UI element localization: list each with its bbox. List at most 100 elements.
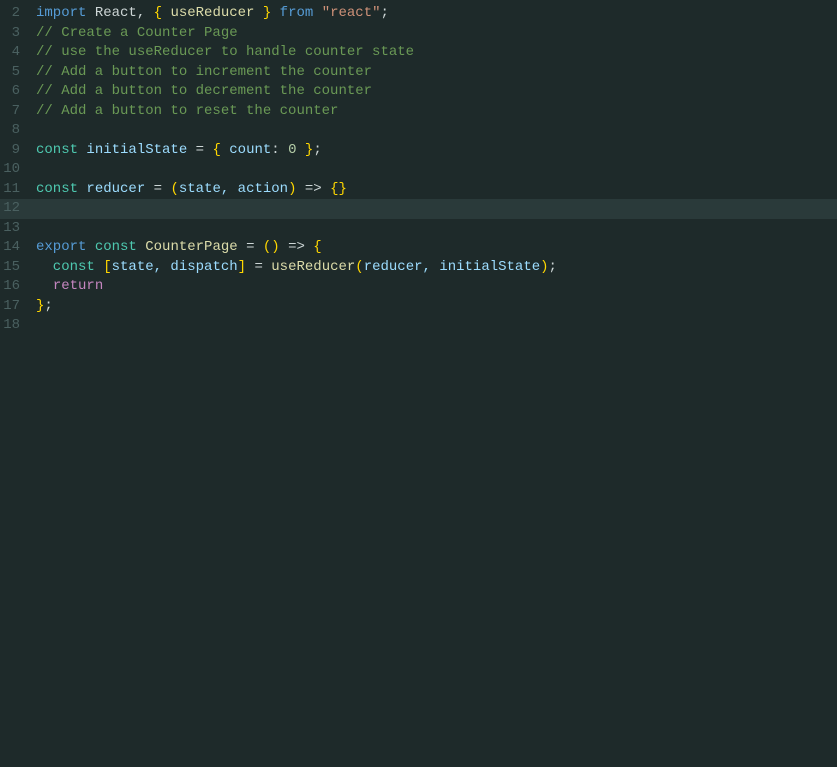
line-number: 16	[0, 277, 32, 297]
code-line: 13	[0, 219, 837, 239]
token: reducer	[78, 181, 154, 197]
line-content	[32, 316, 837, 336]
code-line: 3// Create a Counter Page	[0, 24, 837, 44]
line-number: 8	[0, 121, 32, 141]
code-editor: 2import React, { useReducer } from "reac…	[0, 0, 837, 767]
token: React,	[86, 5, 153, 21]
token: 0	[288, 142, 296, 158]
line-content: // use the useReducer to handle counter …	[32, 43, 837, 63]
token: {	[313, 239, 321, 255]
token: ()	[263, 239, 280, 255]
token: // Create a Counter Page	[36, 25, 238, 41]
token	[36, 278, 53, 294]
code-line: 15 const [state, dispatch] = useReducer(…	[0, 258, 837, 278]
line-content: return	[32, 277, 837, 297]
line-content	[32, 219, 837, 239]
token: ;	[44, 298, 52, 314]
token: [	[103, 259, 111, 275]
token: {	[154, 5, 162, 21]
code-line: 11const reducer = (state, action) => {}	[0, 180, 837, 200]
token: useReducer	[162, 5, 263, 21]
token: count	[221, 142, 271, 158]
line-number: 14	[0, 238, 32, 258]
token	[86, 239, 94, 255]
line-content	[32, 121, 837, 141]
token: ;	[549, 259, 557, 275]
token: useReducer	[271, 259, 355, 275]
token: ;	[381, 5, 389, 21]
line-content: export const CounterPage = () => {	[32, 238, 837, 258]
code-line: 17};	[0, 297, 837, 317]
line-number: 9	[0, 141, 32, 161]
token: {}	[330, 181, 347, 197]
code-line: 12	[0, 199, 837, 219]
code-line: 7// Add a button to reset the counter	[0, 102, 837, 122]
token: ;	[313, 142, 321, 158]
token: :	[271, 142, 288, 158]
token: =	[196, 142, 213, 158]
token: return	[53, 278, 103, 294]
line-content: const reducer = (state, action) => {}	[32, 180, 837, 200]
token: (	[170, 181, 178, 197]
line-number: 6	[0, 82, 32, 102]
token: (	[355, 259, 363, 275]
token: ]	[238, 259, 246, 275]
line-content: // Create a Counter Page	[32, 24, 837, 44]
line-number: 3	[0, 24, 32, 44]
line-number: 7	[0, 102, 32, 122]
token: {	[212, 142, 220, 158]
token: =>	[296, 181, 330, 197]
token: const	[95, 239, 137, 255]
line-content: // Add a button to reset the counter	[32, 102, 837, 122]
line-number: 11	[0, 180, 32, 200]
code-line: 6// Add a button to decrement the counte…	[0, 82, 837, 102]
token: initialState	[78, 142, 196, 158]
token	[297, 142, 305, 158]
code-line: 9const initialState = { count: 0 };	[0, 141, 837, 161]
code-line: 10	[0, 160, 837, 180]
token: from	[271, 5, 321, 21]
token: )	[540, 259, 548, 275]
code-line: 5// Add a button to increment the counte…	[0, 63, 837, 83]
token: =>	[280, 239, 314, 255]
line-number: 15	[0, 258, 32, 278]
token: // Add a button to decrement the counter	[36, 83, 372, 99]
token: import	[36, 5, 86, 21]
token: CounterPage	[137, 239, 246, 255]
line-number: 5	[0, 63, 32, 83]
line-content	[32, 160, 837, 180]
token: =	[246, 239, 263, 255]
code-line: 4// use the useReducer to handle counter…	[0, 43, 837, 63]
line-content: // Add a button to increment the counter	[32, 63, 837, 83]
line-content: import React, { useReducer } from "react…	[32, 4, 837, 24]
token: reducer, initialState	[364, 259, 540, 275]
line-content: // Add a button to decrement the counter	[32, 82, 837, 102]
line-number: 17	[0, 297, 32, 317]
code-line: 14export const CounterPage = () => {	[0, 238, 837, 258]
token: "react"	[322, 5, 381, 21]
token: state, action	[179, 181, 288, 197]
code-line: 2import React, { useReducer } from "reac…	[0, 4, 837, 24]
token	[95, 259, 103, 275]
line-number: 10	[0, 160, 32, 180]
token: // Add a button to increment the counter	[36, 64, 372, 80]
code-line: 18	[0, 316, 837, 336]
code-line: 8	[0, 121, 837, 141]
token: state, dispatch	[112, 259, 238, 275]
line-content	[32, 199, 837, 219]
line-number: 2	[0, 4, 32, 24]
token: // use the useReducer to handle counter …	[36, 44, 414, 60]
line-number: 13	[0, 219, 32, 239]
token: =	[154, 181, 171, 197]
line-content: const [state, dispatch] = useReducer(red…	[32, 258, 837, 278]
token: =	[246, 259, 271, 275]
code-line: 16 return	[0, 277, 837, 297]
line-content: const initialState = { count: 0 };	[32, 141, 837, 161]
line-number: 4	[0, 43, 32, 63]
token: const	[36, 181, 78, 197]
line-number: 12	[0, 199, 32, 219]
token: // Add a button to reset the counter	[36, 103, 338, 119]
token: export	[36, 239, 86, 255]
line-content: };	[32, 297, 837, 317]
token: const	[36, 142, 78, 158]
